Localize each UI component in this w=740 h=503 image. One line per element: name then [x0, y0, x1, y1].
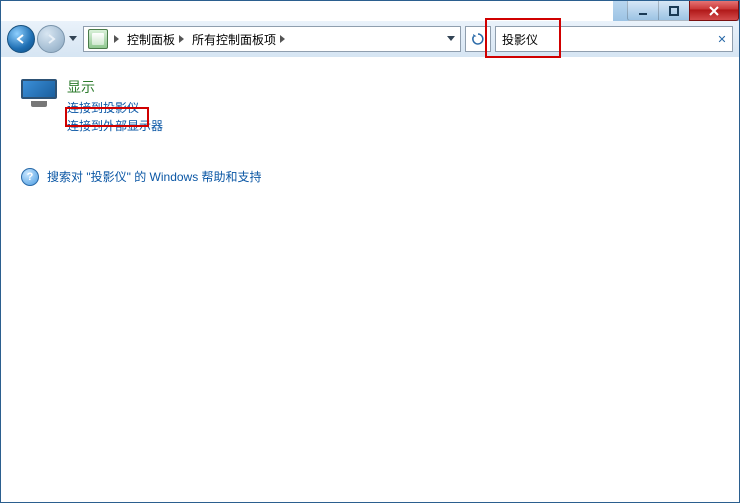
help-search-row: ? 搜索对 "投影仪" 的 Windows 帮助和支持 [21, 167, 719, 186]
breadcrumb-label: 控制面板 [127, 31, 175, 48]
control-panel-icon [88, 29, 108, 49]
explorer-window: 控制面板 所有控制面板项 ✕ [0, 0, 740, 503]
clear-search-button[interactable]: ✕ [712, 27, 732, 51]
content-area: 显示 连接到投影仪 连接到外部显示器 ? 搜索对 "投影仪" 的 Windows… [1, 57, 739, 502]
result-group-display: 显示 连接到投影仪 连接到外部显示器 [21, 77, 719, 135]
result-texts: 显示 连接到投影仪 连接到外部显示器 [67, 77, 163, 135]
close-icon: ✕ [717, 33, 726, 46]
breadcrumb-all-items[interactable]: 所有控制面板项 [186, 27, 287, 51]
navigation-bar: 控制面板 所有控制面板项 ✕ [1, 21, 739, 58]
maximize-button[interactable] [658, 1, 690, 21]
recent-pages-dropdown[interactable] [67, 31, 79, 47]
breadcrumb-root-dropdown[interactable] [112, 27, 121, 51]
minimize-button[interactable] [627, 1, 659, 21]
refresh-button[interactable] [465, 26, 491, 52]
search-input[interactable] [496, 32, 712, 46]
close-button[interactable] [689, 1, 739, 21]
nav-buttons [7, 25, 79, 53]
back-button[interactable] [7, 25, 35, 53]
help-icon: ? [21, 168, 39, 186]
breadcrumb-label: 所有控制面板项 [192, 31, 276, 48]
help-search-link[interactable]: 搜索对 "投影仪" 的 Windows 帮助和支持 [47, 168, 262, 185]
address-bar[interactable]: 控制面板 所有控制面板项 [83, 26, 461, 52]
titlebar [613, 1, 739, 21]
result-heading: 显示 [67, 77, 163, 97]
breadcrumb-control-panel[interactable]: 控制面板 [121, 27, 186, 51]
display-icon [21, 79, 57, 107]
forward-button[interactable] [37, 25, 65, 53]
task-link-connect-external-display[interactable]: 连接到外部显示器 [67, 117, 163, 134]
address-history-dropdown[interactable] [442, 27, 460, 51]
task-link-connect-projector[interactable]: 连接到投影仪 [67, 99, 163, 116]
search-box: ✕ [495, 26, 733, 52]
